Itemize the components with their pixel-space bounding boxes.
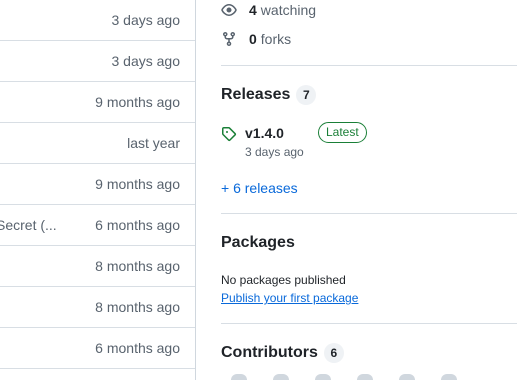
packages-title[interactable]: Packages <box>221 234 295 252</box>
latest-release[interactable]: v1.4.0 Latest 3 days ago <box>221 122 501 162</box>
file-row[interactable]: Secret (... 6 months ago <box>0 205 195 246</box>
file-list: 3 days ago 3 days ago 9 months ago last … <box>0 0 196 380</box>
section-divider <box>221 213 517 214</box>
packages-empty-text: No packages published <box>221 273 346 287</box>
avatar[interactable] <box>357 374 373 380</box>
commit-time: 9 months ago <box>95 176 180 192</box>
avatar[interactable] <box>315 374 331 380</box>
forks-label: forks <box>260 31 292 47</box>
file-row[interactable]: 6 months ago <box>0 328 195 369</box>
contributors-count: 6 <box>323 343 344 363</box>
contributors-heading[interactable]: Contributors 6 <box>221 343 344 363</box>
commit-time: last year <box>127 135 180 151</box>
watchers-link[interactable]: 4 watching <box>221 0 316 20</box>
releases-count: 7 <box>296 85 317 105</box>
packages-heading[interactable]: Packages <box>221 234 295 252</box>
avatar[interactable] <box>399 374 415 380</box>
forks-link[interactable]: 0 forks <box>221 29 291 49</box>
releases-heading[interactable]: Releases 7 <box>221 85 317 105</box>
commit-time: 9 months ago <box>95 94 180 110</box>
commit-time: 8 months ago <box>95 299 180 315</box>
repo-sidebar: 4 watching 0 forks Releases 7 v1.4.0 Lat… <box>197 0 517 380</box>
avatar[interactable] <box>231 374 247 380</box>
commit-time: 6 months ago <box>95 217 180 233</box>
forks-count: 0 <box>249 31 257 47</box>
publish-package-link[interactable]: Publish your first package <box>221 291 358 305</box>
avatar[interactable] <box>441 374 457 380</box>
file-row[interactable]: last year <box>0 123 195 164</box>
more-releases-link[interactable]: + 6 releases <box>221 180 298 196</box>
avatar[interactable] <box>273 374 289 380</box>
commit-time: 6 months ago <box>95 340 180 356</box>
contributors-title[interactable]: Contributors <box>221 344 318 362</box>
release-name[interactable]: v1.4.0 <box>245 125 284 141</box>
tag-icon <box>221 126 237 142</box>
commit-time: 8 months ago <box>95 258 180 274</box>
releases-title[interactable]: Releases <box>221 86 290 104</box>
release-date: 3 days ago <box>245 145 304 159</box>
repo-forked-icon <box>223 31 235 47</box>
eye-icon <box>221 4 237 16</box>
section-divider <box>221 65 517 66</box>
watching-label: watching <box>260 2 317 18</box>
file-row[interactable]: 9 months ago <box>0 164 195 205</box>
commit-time: 3 days ago <box>111 53 181 69</box>
commit-message[interactable]: Secret (... <box>0 205 57 246</box>
file-row[interactable]: 3 days ago <box>0 41 195 82</box>
file-row[interactable]: 8 months ago <box>0 246 195 287</box>
watching-count: 4 <box>249 2 257 18</box>
file-row[interactable]: 3 days ago <box>0 0 195 41</box>
file-row[interactable]: 9 months ago <box>0 82 195 123</box>
latest-badge: Latest <box>318 122 367 143</box>
section-divider <box>221 323 517 324</box>
file-row[interactable]: 8 months ago <box>0 287 195 328</box>
commit-time: 3 days ago <box>111 12 181 28</box>
